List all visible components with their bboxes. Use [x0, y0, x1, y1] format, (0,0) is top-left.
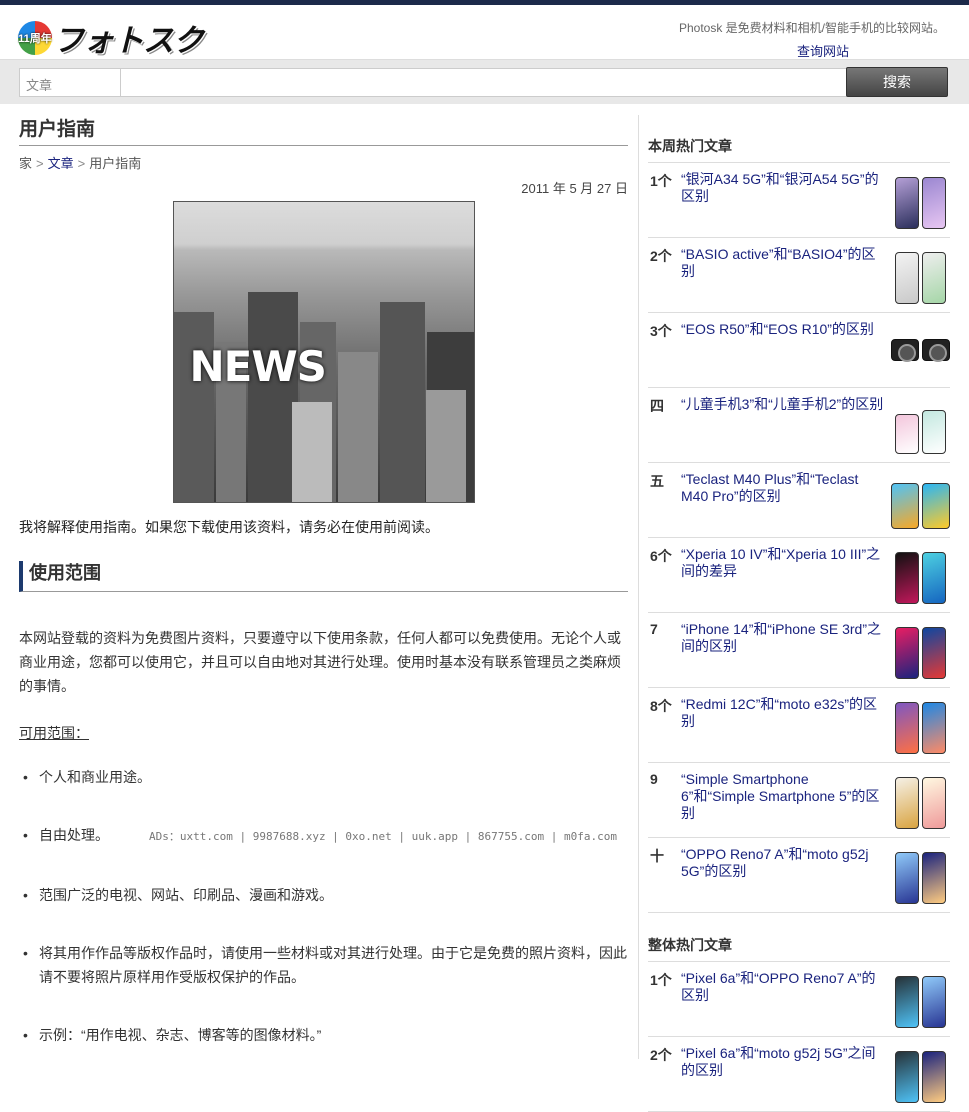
rank-title-link[interactable]: “银河A34 5G”和“银河A54 5G”的区别	[681, 171, 884, 205]
weekly-rank-item[interactable]: 7 “iPhone 14”和“iPhone SE 3rd”之间的区别	[648, 613, 950, 688]
rank-title-link[interactable]: “BASIO active”和“BASIO4”的区别	[681, 246, 884, 280]
smartphone-thumbnail[interactable]	[890, 846, 950, 904]
rank-number: 2个	[650, 248, 672, 264]
rank-title-link[interactable]: “Teclast M40 Plus”和“Teclast M40 Pro”的区别	[681, 471, 884, 505]
rank-title-link[interactable]: “Pixel 6a”和“OPPO Reno7 A”的区别	[681, 970, 884, 1004]
tablet-thumbnail[interactable]	[890, 471, 950, 529]
rank-number: 1个	[650, 972, 672, 988]
uses-list: 个人和商业用途。 自由处理。ADs：uxtt.com | 9987688.xyz…	[19, 765, 628, 1047]
section-title-scope: 使用范围	[19, 561, 628, 592]
weekly-rank-item[interactable]: 四 “儿童手机3”和“儿童手机2”的区别	[648, 388, 950, 463]
weekly-rank-item[interactable]: 9 “Simple Smartphone 6”和“Simple Smartpho…	[648, 763, 950, 838]
intro-text: 我将解释使用指南。如果您下载使用该资料，请务必在使用前阅读。	[19, 519, 439, 535]
rank-number: 1个	[650, 173, 672, 189]
camera-icon	[921, 339, 950, 362]
rank-number: 2个	[650, 1047, 672, 1063]
anniversary-badge-icon: 11周年	[18, 20, 52, 55]
chevron-right-icon: >	[77, 156, 86, 171]
smartphone-thumbnail[interactable]	[890, 771, 950, 829]
rank-number: 十	[650, 848, 664, 864]
rank-title-link[interactable]: “儿童手机3”和“儿童手机2”的区别	[681, 396, 884, 413]
search-category-select[interactable]: 文章	[19, 68, 121, 97]
overall-rank-item[interactable]: 1个 “Pixel 6a”和“OPPO Reno7 A”的区别	[648, 962, 950, 1037]
rank-number: 四	[650, 398, 664, 414]
available-scope-heading: 可用范围：	[19, 725, 89, 741]
list-item: 范围广泛的电视、网站、印刷品、漫画和游戏。	[19, 883, 628, 907]
smartphone-thumbnail[interactable]	[890, 246, 950, 304]
site-query-link[interactable]: 查询网站	[797, 41, 849, 60]
list-item: 示例：“用作电视、杂志、博客等的图像材料。”	[19, 1023, 628, 1047]
weekly-rank-item[interactable]: 3个 “EOS R50”和“EOS R10”的区别	[648, 313, 950, 388]
ad-text[interactable]: ADs：uxtt.com | 9987688.xyz | 0xo.net | u…	[149, 830, 617, 843]
weekly-rank-item[interactable]: 2个 “BASIO active”和“BASIO4”的区别	[648, 238, 950, 313]
breadcrumb: 家 > 文章 > 用户指南	[19, 153, 628, 172]
list-item: 个人和商业用途。	[19, 765, 628, 789]
rank-number: 7	[650, 621, 658, 637]
smartphone-thumbnail[interactable]	[890, 1045, 950, 1103]
list-item: 自由处理。ADs：uxtt.com | 9987688.xyz | 0xo.ne…	[19, 823, 628, 849]
main-content: 用户指南 家 > 文章 > 用户指南 2011 年 5 月 27 日 NEWS 我将解释…	[19, 110, 628, 1081]
breadcrumb-articles[interactable]: 文章	[48, 156, 74, 171]
sidebar: 本周热门文章 1个 “银河A34 5G”和“银河A54 5G”的区别 2个 “B…	[648, 126, 950, 1112]
search-input[interactable]	[121, 68, 847, 97]
smartphone-thumbnail[interactable]	[890, 546, 950, 604]
rank-title-link[interactable]: “Xperia 10 IV”和“Xperia 10 III”之间的差异	[681, 546, 884, 580]
weekly-rank-item[interactable]: 十 “OPPO Reno7 A”和“moto g52j 5G”的区别	[648, 838, 950, 913]
camera-thumbnail[interactable]	[890, 321, 950, 379]
smartphone-thumbnail[interactable]	[890, 621, 950, 679]
column-divider	[638, 115, 639, 1059]
overall-rank-item[interactable]: 2个 “Pixel 6a”和“moto g52j 5G”之间的区别	[648, 1037, 950, 1112]
smartphone-thumbnail[interactable]	[890, 696, 950, 754]
site-header: 11周年 フォトスク Photosk 是免费材料和相机/智能手机的比较网站。 查…	[0, 5, 969, 59]
weekly-rank-item[interactable]: 6个 “Xperia 10 IV”和“Xperia 10 III”之间的差异	[648, 538, 950, 613]
smartphone-thumbnail[interactable]	[890, 970, 950, 1028]
rank-title-link[interactable]: “OPPO Reno7 A”和“moto g52j 5G”的区别	[681, 846, 884, 880]
kids-phone-thumbnail[interactable]	[890, 396, 950, 454]
page-title: 用户指南	[19, 114, 628, 146]
site-logo[interactable]: 11周年 フォトスク	[18, 15, 204, 60]
weekly-popular-heading: 本周热门文章	[648, 126, 950, 163]
rank-title-link[interactable]: “Redmi 12C”和“moto e32s”的区别	[681, 696, 884, 730]
rank-number: 五	[650, 473, 664, 489]
weekly-rank-item[interactable]: 五 “Teclast M40 Plus”和“Teclast M40 Pro”的区…	[648, 463, 950, 538]
rank-title-link[interactable]: “iPhone 14”和“iPhone SE 3rd”之间的区别	[681, 621, 884, 655]
search-button[interactable]: 搜索	[846, 67, 948, 97]
weekly-rank-item[interactable]: 1个 “银河A34 5G”和“银河A54 5G”的区别	[648, 163, 950, 238]
search-bar: 文章 搜索	[0, 59, 969, 104]
chevron-right-icon: >	[36, 156, 44, 171]
overall-popular-heading: 整体热门文章	[648, 913, 950, 962]
breadcrumb-current: 用户指南	[89, 156, 142, 171]
rank-title-link[interactable]: “Simple Smartphone 6”和“Simple Smartphone…	[681, 771, 884, 822]
camera-icon	[890, 339, 919, 362]
rank-number: 3个	[650, 323, 672, 339]
weekly-rank-item[interactable]: 8个 “Redmi 12C”和“moto e32s”的区别	[648, 688, 950, 763]
rank-number: 9	[650, 771, 658, 787]
rank-number: 6个	[650, 548, 672, 564]
site-tagline: Photosk 是免费材料和相机/智能手机的比较网站。	[678, 21, 945, 35]
rank-number: 8个	[650, 698, 672, 714]
hero-news-text: NEWS	[189, 342, 327, 391]
scope-paragraph: 本网站登载的资料为免费图片资料，只要遵守以下使用条款，任何人都可以免费使用。无论…	[19, 630, 621, 694]
breadcrumb-home[interactable]: 家	[19, 156, 32, 171]
logo-text: フォトスク	[53, 23, 204, 59]
rank-title-link[interactable]: “EOS R50”和“EOS R10”的区别	[681, 321, 884, 338]
rank-title-link[interactable]: “Pixel 6a”和“moto g52j 5G”之间的区别	[681, 1045, 884, 1079]
list-item: 将其用作作品等版权作品时，请使用一些材料或对其进行处理。由于它是免费的照片资料，…	[19, 941, 628, 989]
publish-date: 2011 年 5 月 27 日	[521, 181, 628, 196]
smartphone-thumbnail[interactable]	[890, 171, 950, 229]
hero-image: NEWS	[172, 201, 475, 503]
